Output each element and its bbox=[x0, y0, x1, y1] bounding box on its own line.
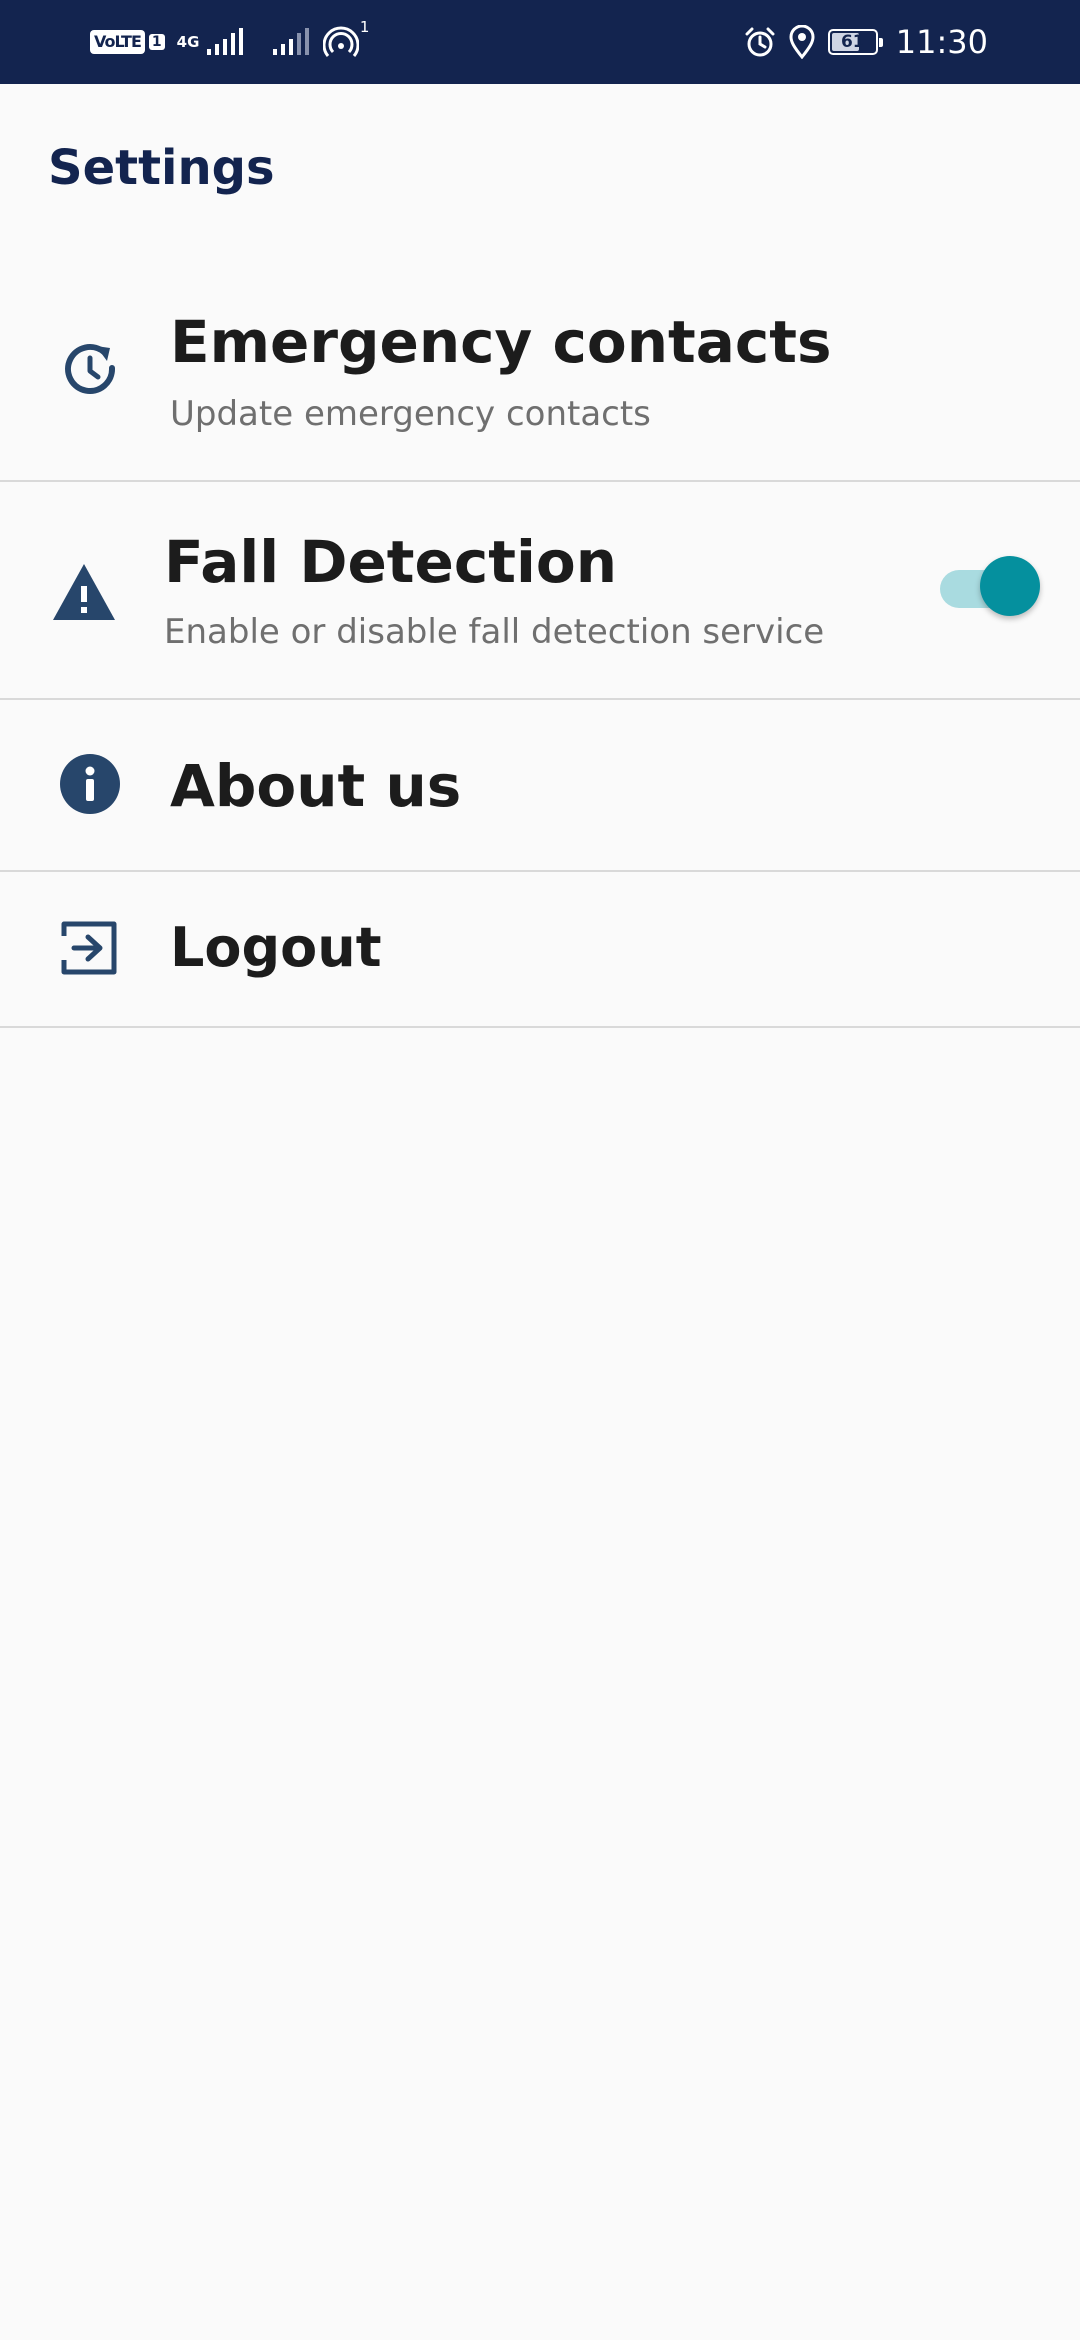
alarm-icon bbox=[745, 27, 775, 57]
status-left: VoLTE 1 4G 1 bbox=[90, 18, 369, 64]
setting-fall-detection[interactable]: Fall Detection Enable or disable fall de… bbox=[0, 482, 1080, 700]
status-right: 61 11:30 bbox=[744, 18, 988, 66]
signal-icon bbox=[273, 28, 310, 55]
setting-about-us[interactable]: About us bbox=[0, 700, 1080, 872]
setting-title: Fall Detection bbox=[164, 528, 617, 596]
battery-icon: 61 bbox=[827, 29, 883, 55]
setting-emergency-contacts[interactable]: Emergency contacts Update emergency cont… bbox=[0, 248, 1080, 482]
fall-detection-toggle[interactable] bbox=[940, 554, 1040, 616]
update-clock-icon bbox=[58, 338, 122, 402]
setting-title: About us bbox=[170, 752, 462, 820]
network-type: 4G bbox=[176, 32, 200, 51]
info-icon bbox=[58, 752, 122, 816]
setting-subtitle: Update emergency contacts bbox=[170, 394, 651, 434]
settings-list: Emergency contacts Update emergency cont… bbox=[0, 248, 1080, 1028]
setting-title: Logout bbox=[170, 916, 382, 979]
battery-level: 61 bbox=[840, 32, 865, 52]
location-icon bbox=[789, 25, 815, 59]
hotspot-count: 1 bbox=[359, 18, 370, 36]
page-title: Settings bbox=[48, 140, 275, 196]
hotspot-indicator: 1 bbox=[322, 18, 369, 60]
hotspot-icon bbox=[322, 26, 360, 57]
signal-icon bbox=[207, 28, 244, 55]
setting-logout[interactable]: Logout bbox=[0, 872, 1080, 1028]
toggle-knob bbox=[980, 556, 1040, 616]
setting-title: Emergency contacts bbox=[170, 308, 832, 376]
volte-icon: VoLTE bbox=[90, 30, 145, 54]
clock: 11:30 bbox=[895, 23, 988, 61]
warning-icon bbox=[52, 560, 116, 624]
sim-indicator: 1 bbox=[148, 34, 165, 50]
status-bar: VoLTE 1 4G 1 61 11:30 bbox=[0, 0, 1080, 84]
setting-subtitle: Enable or disable fall detection service bbox=[164, 612, 825, 652]
logout-icon bbox=[58, 916, 122, 980]
